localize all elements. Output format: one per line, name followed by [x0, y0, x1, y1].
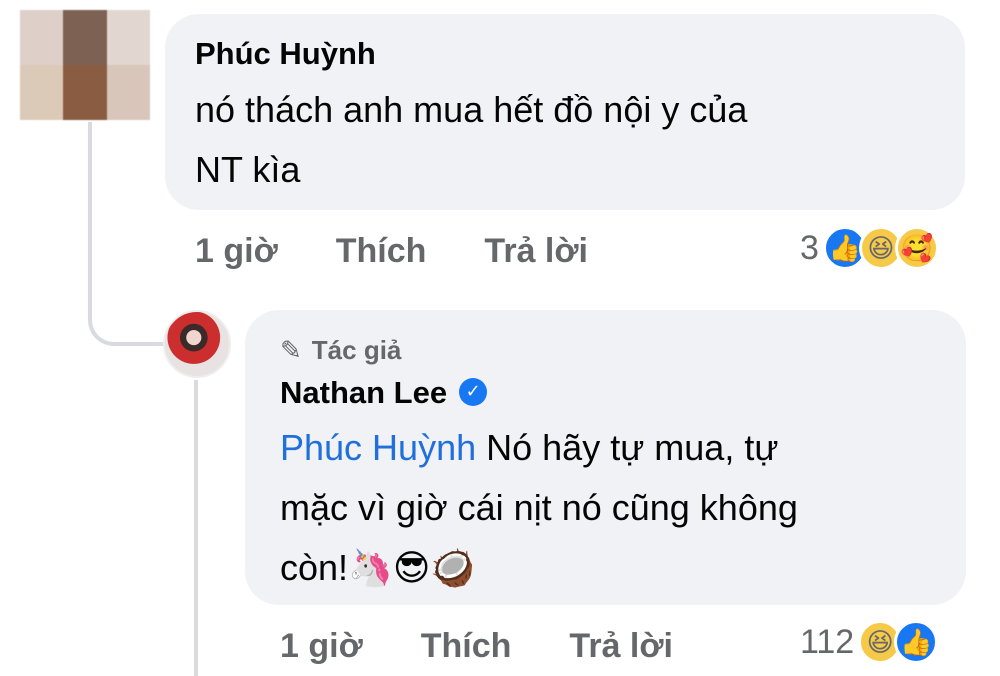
avatar-pixelated[interactable] — [20, 10, 150, 120]
reply-avatar[interactable] — [163, 310, 231, 378]
comment-reactions[interactable]: 3 👍 😆 🥰 — [800, 226, 939, 270]
author-badge: ✎ Tác giả — [280, 335, 401, 366]
like-icon: 👍 — [894, 620, 939, 664]
comment-bubble: Phúc Huỳnh nó thách anh mua hết đồ nội y… — [165, 14, 965, 210]
comment-text-line-2: NT kìa — [195, 149, 301, 190]
verified-badge-icon: ✓ — [459, 377, 488, 406]
reply-reactions[interactable]: 112 😆 👍 — [800, 620, 939, 664]
thread-connector-line — [88, 122, 168, 346]
unicorn-icon: 🦄 — [348, 547, 393, 588]
reply-reaction-count: 112 — [800, 622, 855, 661]
reply-text-line-2: mặc vì giờ cái nịt nó cũng không — [280, 487, 798, 528]
care-icon: 🥰 — [894, 226, 939, 270]
reply-button[interactable]: Trả lời — [484, 232, 588, 271]
author-badge-label: Tác giả — [311, 335, 402, 365]
comment-actions: 1 giờ Thích Trả lời — [195, 232, 646, 271]
reply-reply-button[interactable]: Trả lời — [569, 627, 673, 666]
mention-link[interactable]: Phúc Huỳnh — [280, 427, 476, 468]
reply-author: Nathan Lee ✓ — [280, 375, 488, 411]
reply-timestamp[interactable]: 1 giờ — [280, 627, 363, 666]
reply-like-button[interactable]: Thích — [421, 627, 512, 666]
comment-author[interactable]: Phúc Huỳnh — [195, 36, 376, 72]
reply-text-line-1: Phúc Huỳnh Nó hãy tự mua, tự — [280, 427, 779, 468]
sunglasses-face-icon: 😎 — [392, 547, 431, 588]
reaction-count: 3 — [800, 228, 819, 267]
reply-text-line-3: còn!🦄😎🥥 — [280, 547, 476, 588]
like-button[interactable]: Thích — [336, 232, 427, 271]
reply-actions: 1 giờ Thích Trả lời — [280, 627, 731, 666]
comment-text-line-1: nó thách anh mua hết đồ nội y của — [195, 89, 748, 130]
comment-timestamp[interactable]: 1 giờ — [195, 232, 278, 271]
pencil-icon: ✎ — [280, 335, 302, 365]
coconut-icon: 🥥 — [430, 547, 476, 588]
reply-thread-line — [194, 380, 198, 676]
reply-author-name[interactable]: Nathan Lee — [280, 375, 447, 410]
